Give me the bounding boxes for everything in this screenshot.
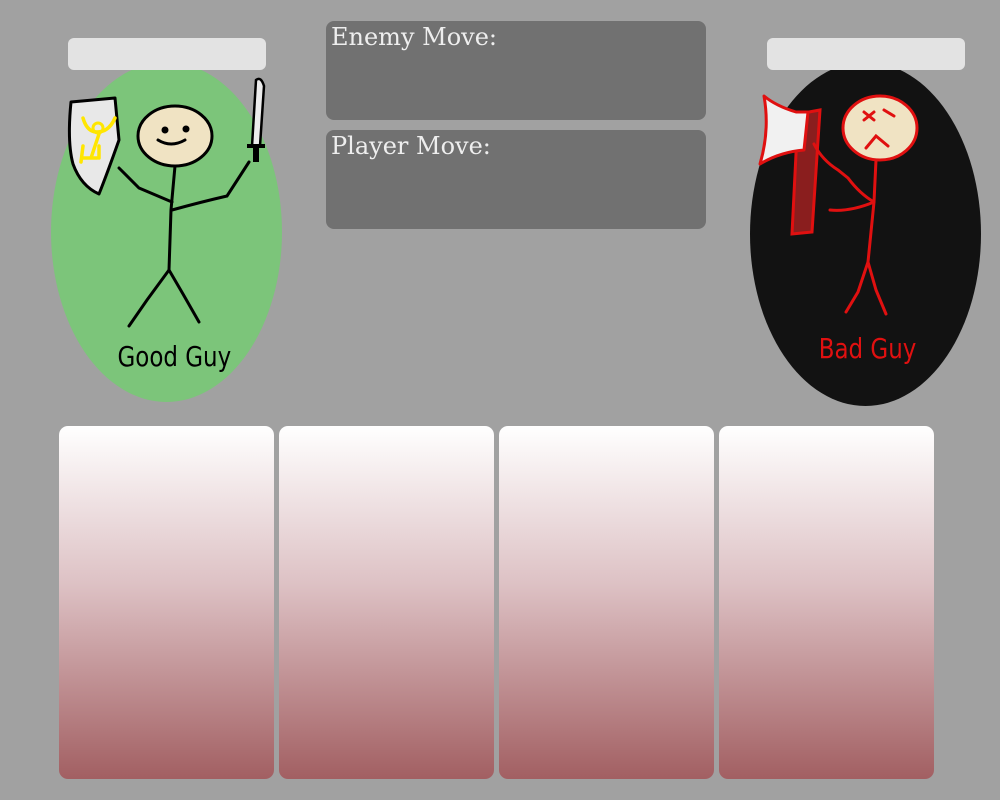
enemy-move-panel: Enemy Move: bbox=[326, 21, 706, 120]
player-health-bar bbox=[68, 38, 266, 70]
enemy-portrait: Bad Guy bbox=[750, 62, 981, 406]
move-card-1[interactable] bbox=[59, 426, 274, 779]
player-name: Good Guy bbox=[117, 340, 232, 373]
axe-icon bbox=[758, 94, 822, 236]
sword-icon bbox=[247, 77, 266, 162]
enemy-move-label: Enemy Move: bbox=[331, 23, 497, 51]
player-move-panel: Player Move: bbox=[326, 130, 706, 229]
move-card-4[interactable] bbox=[719, 426, 934, 779]
move-card-3[interactable] bbox=[499, 426, 714, 779]
move-card-2[interactable] bbox=[279, 426, 494, 779]
enemy-health-bar bbox=[767, 38, 965, 70]
bad-guy-stickman bbox=[812, 94, 919, 316]
good-guy-stickman bbox=[117, 104, 251, 328]
player-portrait: Good Guy bbox=[51, 62, 282, 402]
enemy-name: Bad Guy bbox=[818, 332, 917, 365]
shield-icon bbox=[67, 96, 121, 196]
player-move-label: Player Move: bbox=[331, 132, 491, 160]
